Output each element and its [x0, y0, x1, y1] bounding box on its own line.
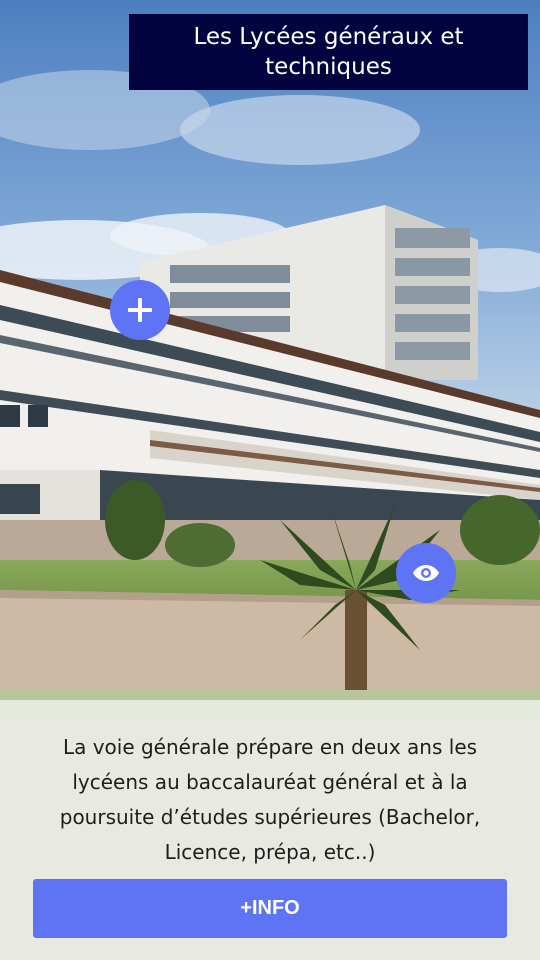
view-hotspot-button[interactable]: [396, 543, 456, 603]
add-hotspot-button[interactable]: [110, 280, 170, 340]
page-title-text: Les Lycées généraux et techniques: [193, 24, 464, 80]
more-info-button[interactable]: +INFO: [33, 879, 507, 938]
page-title: Les Lycées généraux et techniques: [129, 14, 528, 90]
plus-icon: [128, 298, 152, 322]
eye-icon: [413, 565, 439, 581]
description-text: La voie générale prépare en deux ans les…: [59, 735, 481, 864]
